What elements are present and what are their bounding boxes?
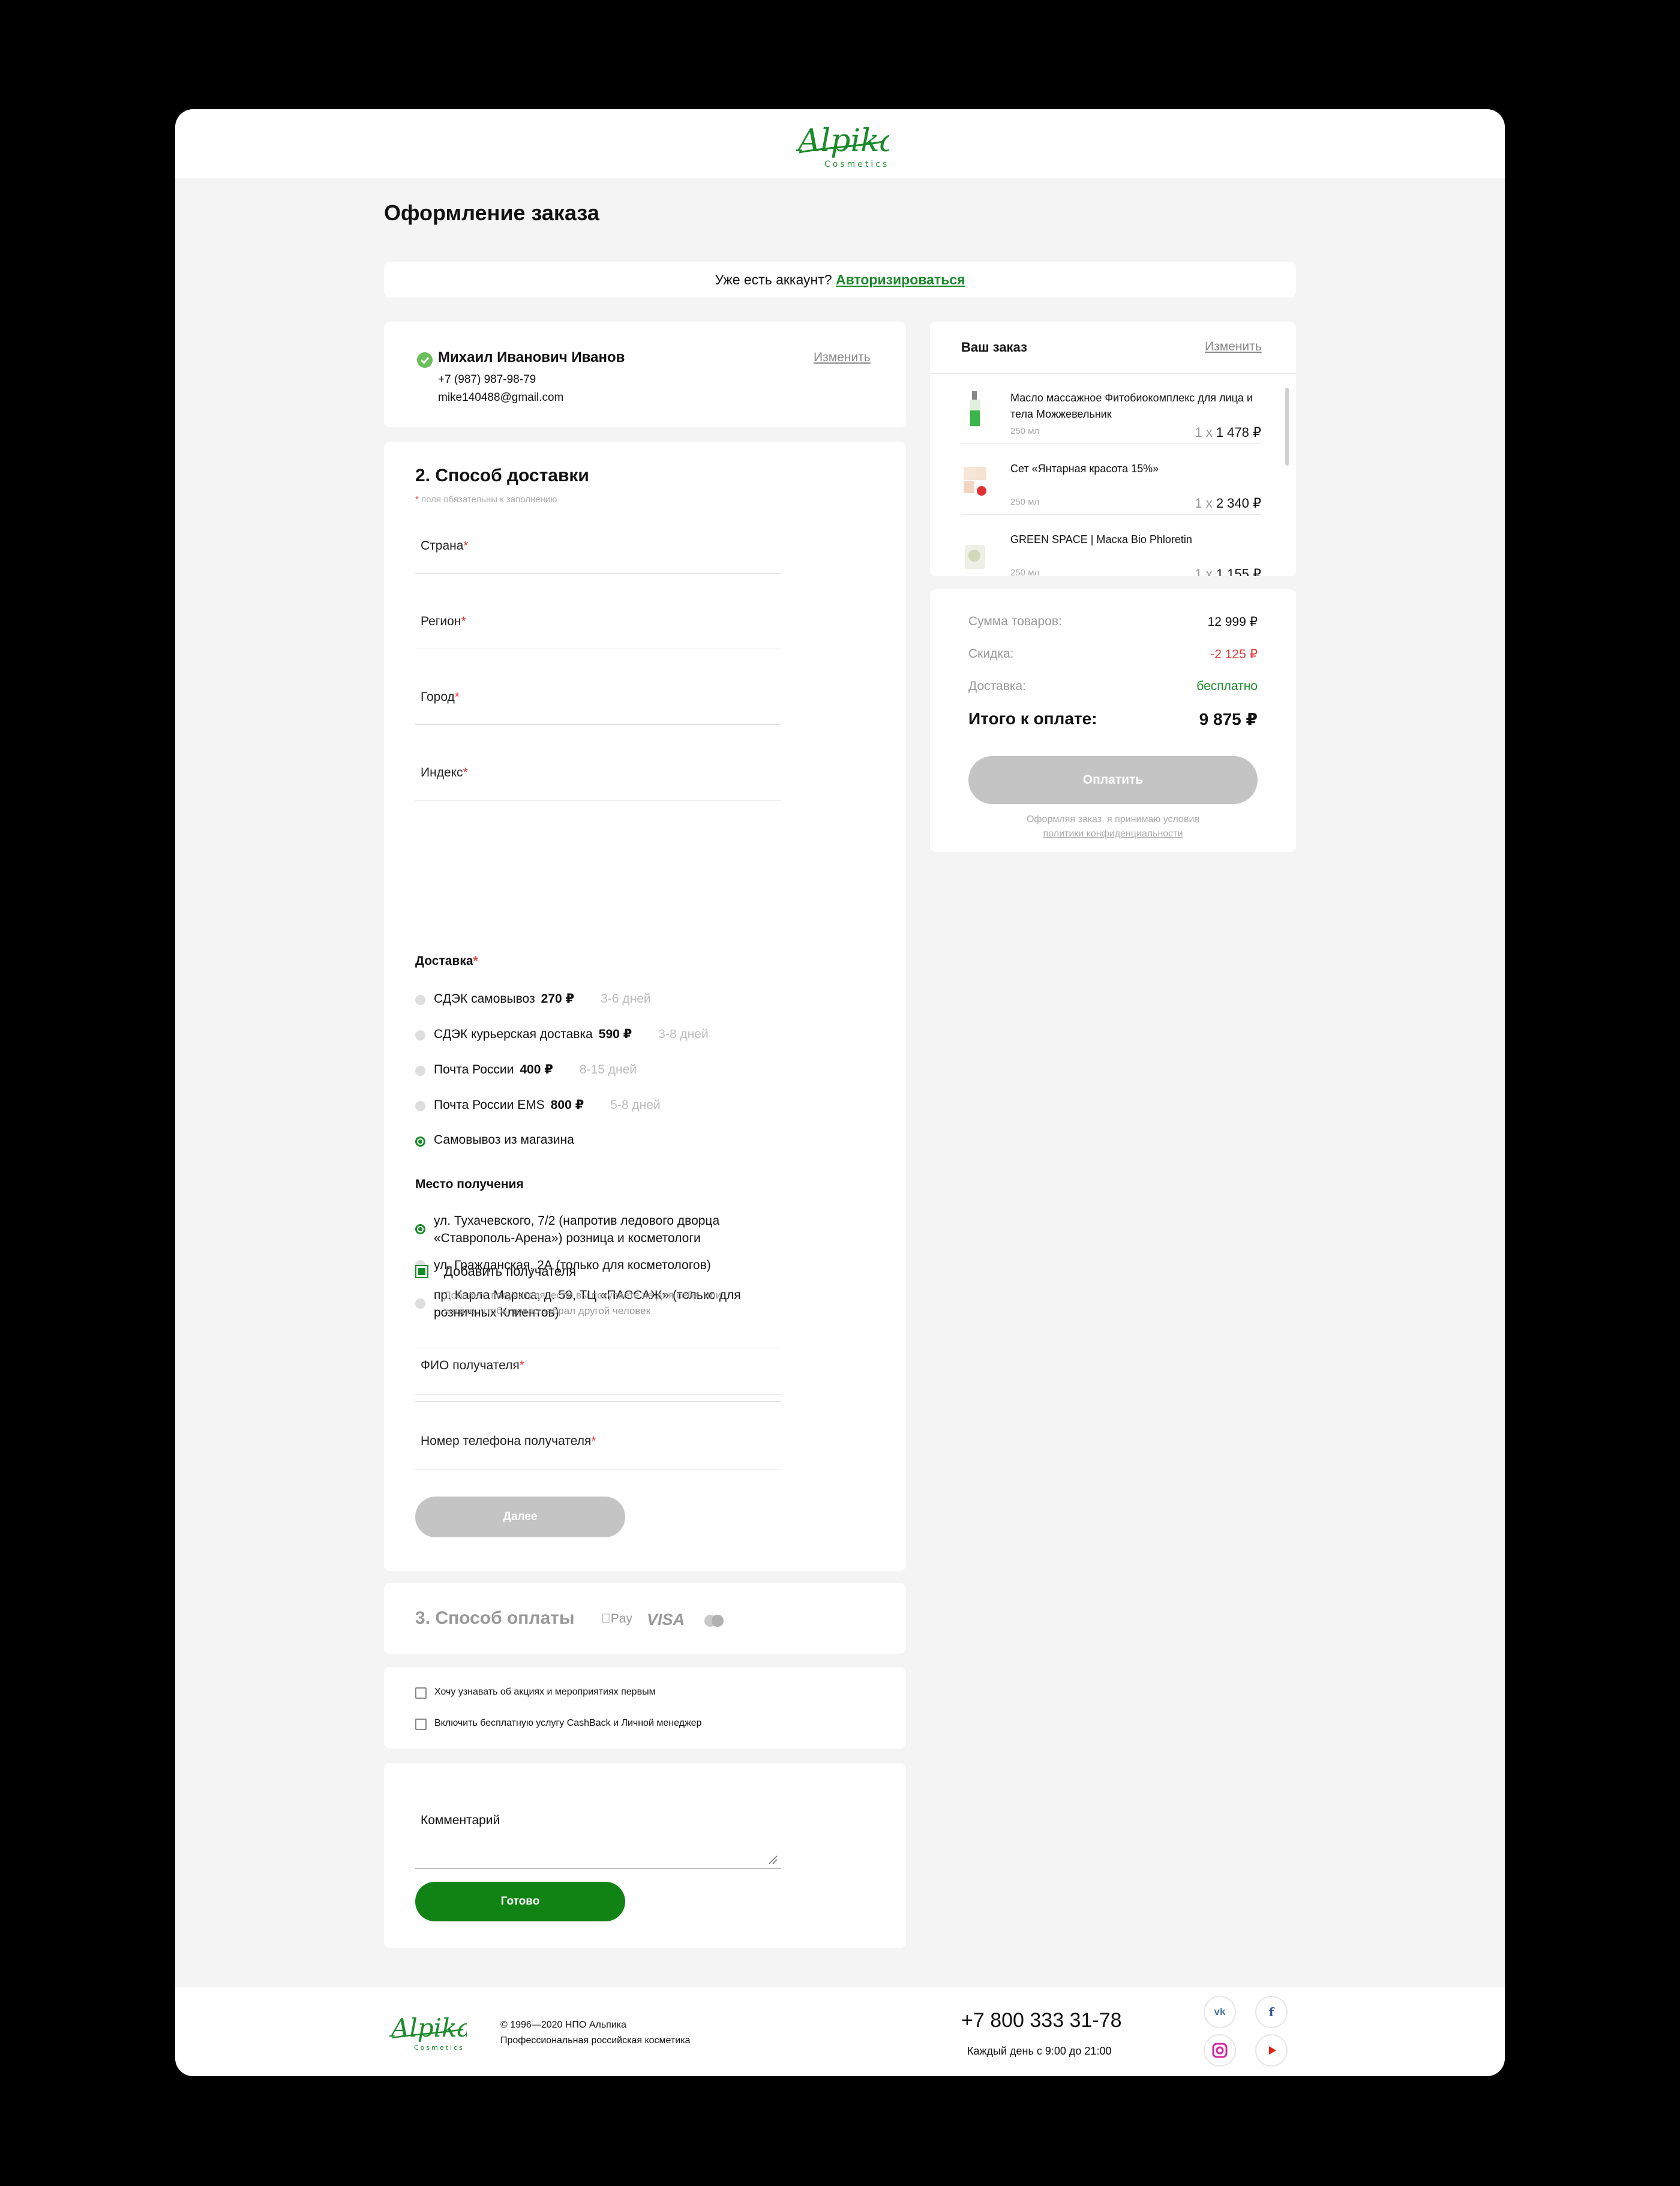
subtotal-row: Сумма товаров: 12 999 ₽	[968, 614, 1258, 629]
footer-phone[interactable]: +7 800 333 31-78	[961, 2009, 1122, 2032]
radio-icon	[415, 1101, 425, 1111]
recipient-fullname-field[interactable]: ФИО получателя*	[415, 1342, 781, 1395]
promo-checkbox[interactable]	[415, 1687, 427, 1699]
add-recipient-hint: Добавьте получателя, если вы покупаете н…	[444, 1290, 722, 1317]
svg-text:Alpika: Alpika	[796, 123, 889, 159]
discount-row: Скидка: -2 125 ₽	[968, 647, 1258, 661]
check-circle-icon	[417, 352, 433, 368]
instagram-icon[interactable]	[1204, 2034, 1236, 2067]
delivery-title: 2. Способ доставки	[415, 466, 589, 485]
item-price: 1 x 2 340 ₽	[1195, 496, 1261, 511]
subscriptions-card: Хочу узнавать об акциях и мероприятиях п…	[384, 1667, 906, 1749]
order-title: Ваш заказ	[961, 340, 1027, 355]
order-item: Масло массажное Фитобиокомплекс для лица…	[961, 373, 1261, 444]
mastercard-icon	[704, 1615, 724, 1627]
privacy-policy-link[interactable]: политики конфиденциальности	[1043, 829, 1183, 839]
item-name: GREEN SPACE | Маска Bio Phloretin	[1010, 533, 1192, 545]
done-button[interactable]: Готово	[415, 1882, 625, 1921]
radio-icon	[415, 1299, 425, 1309]
apple-pay-icon: Pay	[601, 1612, 632, 1626]
zip-field[interactable]: Индекс*	[415, 746, 781, 800]
radio-icon	[415, 1030, 425, 1040]
required-note: * поля обязательны к заполнению	[415, 494, 557, 505]
product-bottle-image	[970, 391, 980, 427]
contact-email: mike140488@gmail.com	[438, 391, 564, 404]
contact-phone: +7 (987) 987-98-79	[438, 373, 536, 386]
svg-text:Cosmetics: Cosmetics	[824, 160, 889, 169]
pickup-point-label: Место получения	[415, 1177, 524, 1191]
auth-prompt: Уже есть аккаунт?	[715, 272, 832, 287]
item-price: 1 x 1 478 ₽	[1195, 425, 1261, 440]
alpika-logo[interactable]: Alpika Cosmetics	[793, 114, 889, 174]
visa-icon: VISA	[647, 1611, 685, 1629]
order-card: Ваш заказ Изменить Масло массажное Фитоб…	[930, 322, 1296, 576]
resize-handle-icon[interactable]	[768, 1855, 778, 1864]
city-field[interactable]: Город*	[415, 671, 781, 725]
comment-card: Комментарий Готово	[384, 1763, 906, 1948]
header: Alpika Cosmetics	[175, 109, 1505, 178]
item-price: 1 x 1 155 ₽	[1195, 566, 1261, 576]
payment-card: 3. Способ оплаты Pay VISA	[384, 1583, 906, 1654]
item-size: 250 мл	[1010, 568, 1040, 576]
delivery-card: 2. Способ доставки * поля обязательны к …	[384, 442, 906, 1571]
youtube-icon[interactable]	[1255, 2034, 1288, 2067]
page-title: Оформление заказа	[384, 200, 599, 225]
contact-name: Михаил Иванович Иванов	[438, 349, 625, 365]
item-size: 250 мл	[1010, 426, 1040, 436]
vk-icon[interactable]: vk	[1204, 1996, 1236, 2028]
terms-note: Оформляя заказ, я принимаю условия полит…	[1026, 814, 1200, 839]
product-mask-image	[965, 545, 985, 569]
item-size: 250 мл	[1010, 497, 1040, 507]
cashback-checkbox[interactable]	[415, 1719, 427, 1730]
comment-label: Комментарий	[421, 1813, 500, 1827]
order-summary-card: Сумма товаров: 12 999 ₽ Скидка: -2 125 ₽ Д…	[930, 589, 1296, 852]
add-recipient-label: Добавить получателя	[444, 1264, 577, 1279]
country-field[interactable]: Страна*	[415, 520, 781, 574]
region-field[interactable]: Регион*	[415, 595, 781, 649]
product-set-image	[964, 467, 986, 496]
payment-title: 3. Способ оплаты	[415, 1608, 575, 1628]
svg-text:Cosmetics: Cosmetics	[414, 2044, 464, 2052]
total-row: Итого к оплате: 9 875 ₽	[968, 709, 1258, 728]
comment-textarea[interactable]: Комментарий	[415, 1789, 781, 1869]
footer-hours: Каждый день с 9:00 до 21:00	[967, 2045, 1112, 2057]
footer-alpika-logo[interactable]: Alpika Cosmetics	[389, 2007, 467, 2056]
promo-label: Хочу узнавать об акциях и мероприятиях п…	[434, 1687, 656, 1697]
radio-icon	[415, 1066, 425, 1076]
footer: Alpika Cosmetics © 1996—2020 НПО Альпика…	[175, 1987, 1505, 2076]
order-scrollbar[interactable]	[1285, 388, 1289, 466]
radio-selected-icon	[415, 1137, 425, 1147]
delivery-method-label: Доставка*	[415, 954, 478, 968]
radio-selected-icon	[415, 1224, 425, 1234]
auth-banner: Уже есть аккаунт? Авторизироваться	[384, 262, 1296, 298]
next-button[interactable]: Далее	[415, 1497, 625, 1537]
radio-icon	[415, 995, 425, 1005]
cashback-label: Включить бесплатную услугу CashBack и Ли…	[434, 1718, 702, 1728]
footer-copyright: © 1996—2020 НПО Альпика Профессиональная…	[500, 2020, 691, 2046]
add-recipient-checkbox[interactable]	[415, 1265, 428, 1278]
recipient-phone-field[interactable]: Номер телефона получателя*	[415, 1417, 781, 1470]
edit-order-link[interactable]: Изменить	[1205, 340, 1262, 354]
item-name: Масло массажное Фитобиокомплекс для лица…	[1010, 392, 1253, 420]
shipping-row: Доставка: бесплатно	[968, 679, 1258, 693]
pay-button[interactable]: Оплатить	[968, 756, 1258, 804]
contact-card: Михаил Иванович Иванов +7 (987) 987-98-7…	[384, 322, 906, 427]
facebook-icon[interactable]: f	[1255, 1996, 1288, 2028]
page-frame: Alpika Cosmetics Оформление заказа Уже е…	[175, 109, 1505, 2076]
svg-text:Alpika: Alpika	[389, 2013, 467, 2043]
item-name: Сет «Янтарная красота 15%»	[1010, 463, 1159, 475]
order-item: Сет «Янтарная красота 15%» 250 мл 1 x 2 …	[961, 444, 1261, 515]
edit-contact-link[interactable]: Изменить	[814, 350, 871, 365]
auth-link[interactable]: Авторизироваться	[836, 272, 965, 287]
order-item: GREEN SPACE | Маска Bio Phloretin 250 мл…	[961, 515, 1261, 576]
